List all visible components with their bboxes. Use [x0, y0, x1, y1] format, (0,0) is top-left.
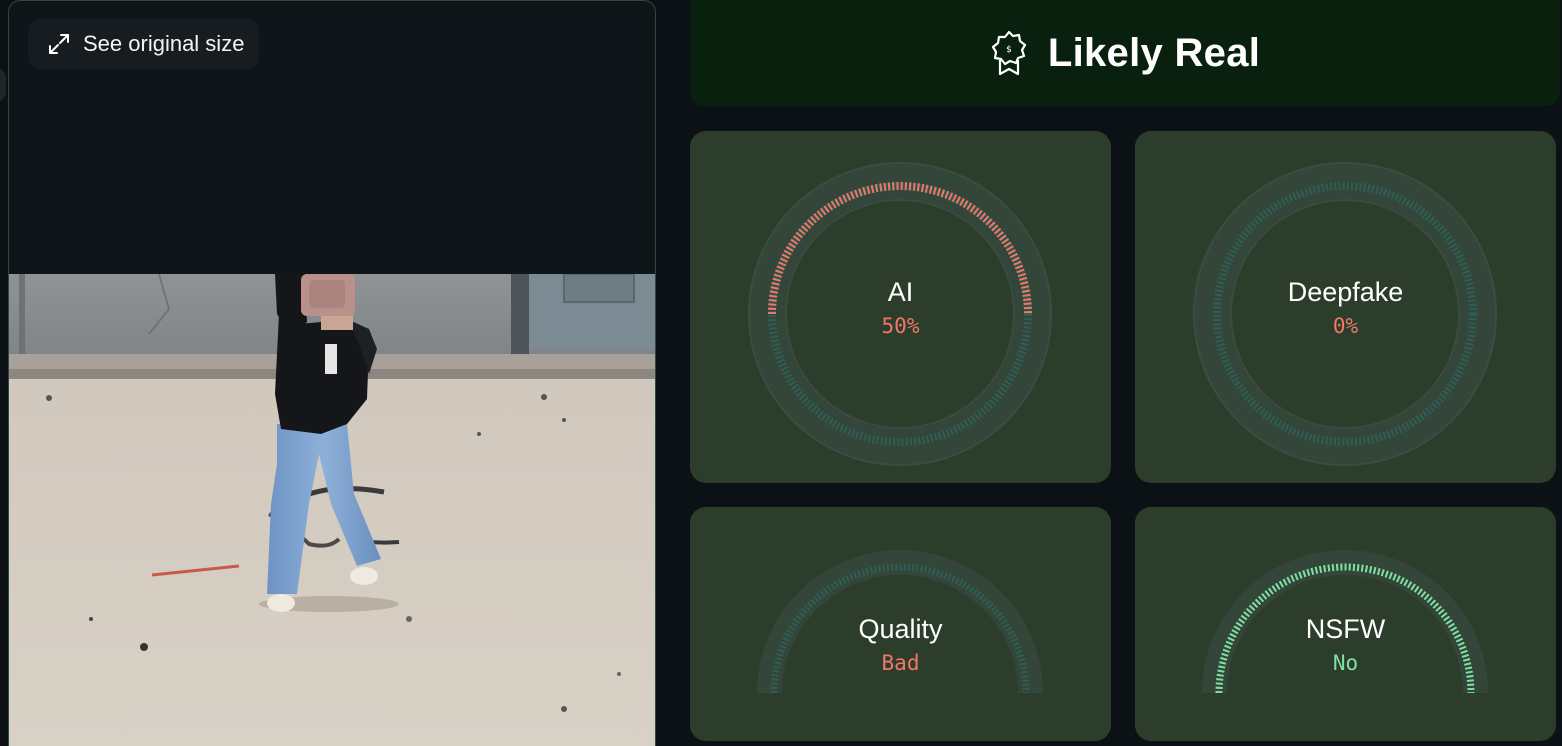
- see-original-size-button[interactable]: See original size: [28, 18, 260, 70]
- see-original-size-label: See original size: [83, 31, 245, 56]
- ai-gauge-value: 50%: [881, 314, 920, 338]
- nsfw-gauge-card: NSFW No: [1135, 507, 1556, 741]
- analysis-page: See original size $ Likely Real AI 50% D…: [0, 0, 1562, 746]
- sidebar-collapse-handle[interactable]: [0, 68, 6, 102]
- ai-gauge-card: AI 50%: [690, 131, 1111, 483]
- quality-gauge-label: Quality: [858, 614, 943, 644]
- verdict-banner: $ Likely Real: [690, 0, 1560, 106]
- nsfw-gauge-label: NSFW: [1305, 614, 1386, 644]
- deepfake-gauge-value: 0%: [1332, 314, 1359, 338]
- image-preview-panel: See original size: [8, 0, 656, 746]
- svg-text:$: $: [1006, 45, 1012, 55]
- quality-gauge-value: Bad: [881, 651, 920, 675]
- nsfw-gauge-value: No: [1332, 651, 1359, 675]
- award-badge-icon: $: [990, 30, 1028, 76]
- quality-gauge-card: Quality Bad: [690, 507, 1111, 741]
- deepfake-gauge-label: Deepfake: [1287, 277, 1404, 307]
- verdict-title: Likely Real: [1047, 30, 1261, 75]
- ai-gauge-label: AI: [887, 277, 914, 307]
- expand-arrows-icon: [47, 32, 71, 56]
- uploaded-photo: [9, 274, 655, 746]
- deepfake-gauge-card: Deepfake 0%: [1135, 131, 1556, 483]
